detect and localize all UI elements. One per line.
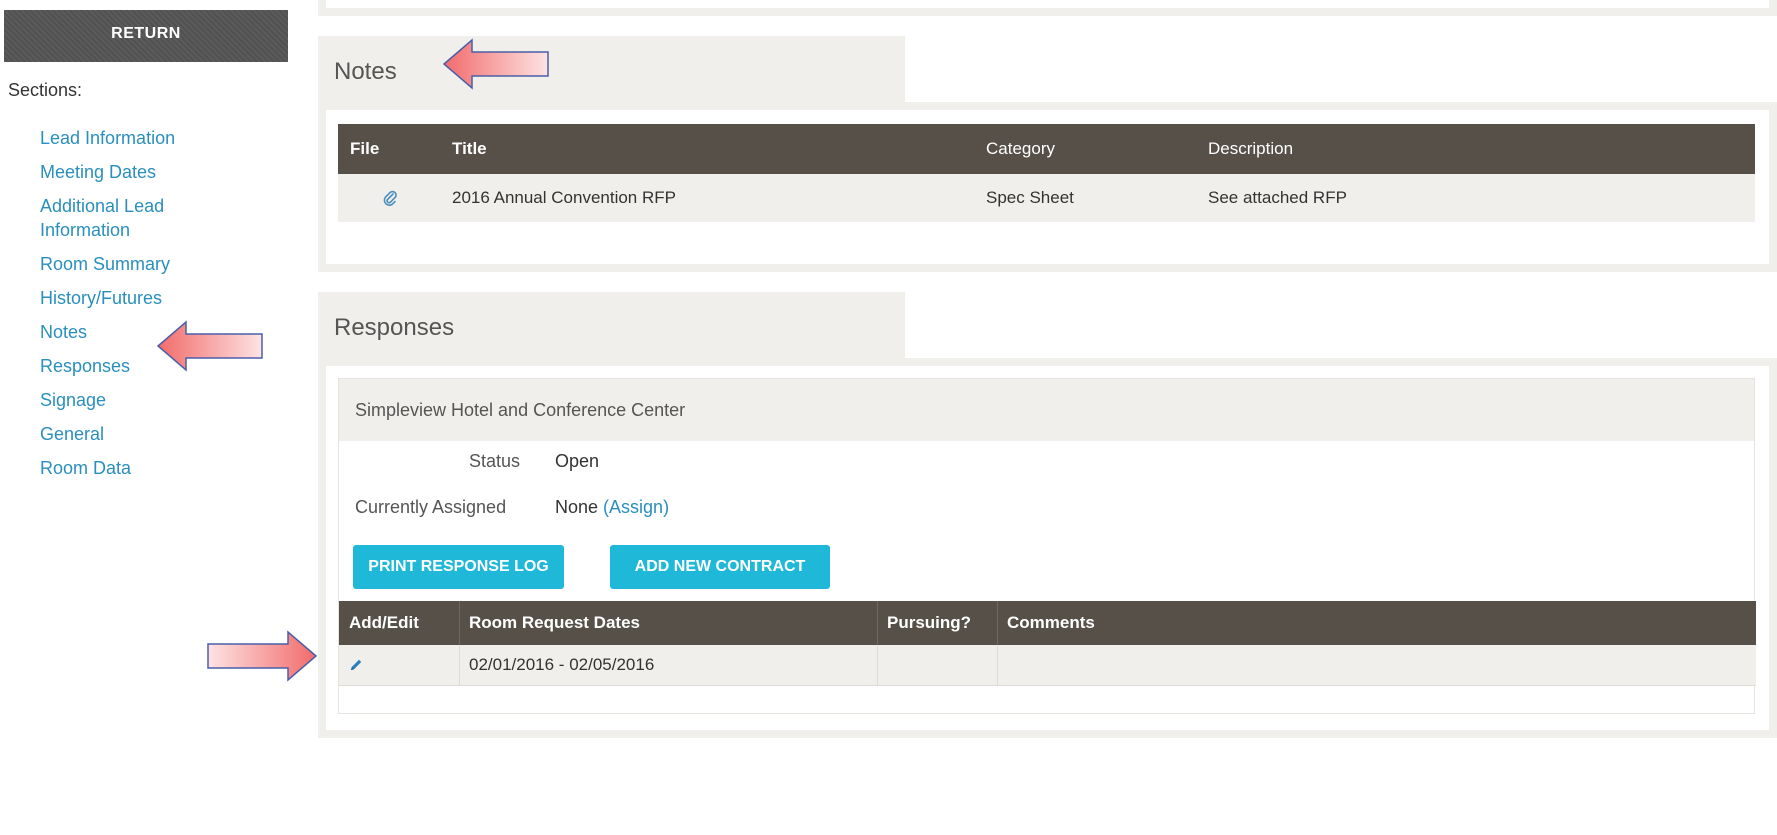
return-button[interactable]: RETURN — [4, 10, 288, 62]
sidebar-item-room-data[interactable]: Room Data — [40, 456, 220, 480]
col-divider — [459, 601, 460, 645]
assigned-name: None — [555, 497, 599, 517]
hotel-name: Simpleview Hotel and Conference Center — [355, 399, 686, 420]
col-add-edit: Add/Edit — [349, 613, 419, 632]
col-file: File — [350, 139, 380, 158]
notes-title: Notes — [334, 58, 397, 85]
sidebar-item-general[interactable]: General — [40, 422, 220, 446]
sections-label: Sections: — [8, 80, 83, 100]
col-divider — [877, 601, 878, 645]
sidebar-item-lead-information[interactable]: Lead Information — [40, 126, 220, 150]
sidebar-item-history-futures[interactable]: History/Futures — [40, 286, 220, 310]
note-title: 2016 Annual Convention RFP — [452, 188, 676, 207]
col-divider — [997, 601, 998, 645]
room-request-table-header: Add/Edit Room Request Dates Pursuing? Co… — [339, 601, 1756, 645]
hotel-header: Simpleview Hotel and Conference Center — [339, 379, 1754, 441]
col-category: Category — [986, 139, 1055, 158]
table-row: 02/01/2016 - 02/05/2016 — [339, 645, 1756, 686]
cell-divider — [877, 645, 878, 685]
paperclip-icon[interactable] — [382, 174, 398, 222]
col-description: Description — [1208, 139, 1294, 158]
sidebar-item-additional-lead-information[interactable]: Additional Lead Information — [40, 194, 220, 242]
col-comments: Comments — [1007, 613, 1095, 632]
table-row: 2016 Annual Convention RFP Spec Sheet Se… — [338, 174, 1755, 222]
section-nav: Lead Information Meeting Dates Additiona… — [40, 126, 220, 490]
cell-divider — [459, 645, 460, 685]
col-title: Title — [452, 139, 487, 158]
col-pursuing: Pursuing? — [887, 613, 972, 632]
annotation-arrow-left-notes-nav — [156, 320, 263, 372]
status-value: Open — [555, 451, 600, 471]
status-label: Status — [469, 451, 521, 471]
notes-panel: File Title Category Description 2016 Ann… — [318, 102, 1777, 272]
add-new-contract-button[interactable]: ADD NEW CONTRACT — [610, 545, 830, 589]
notes-table-header: File Title Category Description — [338, 124, 1755, 174]
note-category: Spec Sheet — [986, 188, 1074, 207]
pencil-icon[interactable] — [349, 645, 363, 685]
responses-panel: Simpleview Hotel and Conference Center S… — [318, 358, 1777, 738]
previous-panel-bottom — [318, 0, 1777, 16]
print-response-log-button[interactable]: PRINT RESPONSE LOG — [353, 545, 564, 589]
hotel-response-card: Simpleview Hotel and Conference Center S… — [338, 378, 1756, 714]
annotation-arrow-left-notes-title — [442, 38, 549, 90]
note-description: See attached RFP — [1208, 188, 1347, 207]
responses-tab-header: Responses — [318, 292, 905, 362]
assigned-value: None (Assign) — [555, 497, 669, 518]
notes-tab-header: Notes — [318, 36, 905, 106]
sidebar-item-meeting-dates[interactable]: Meeting Dates — [40, 160, 220, 184]
assign-link[interactable]: (Assign) — [603, 497, 669, 517]
annotation-arrow-right-edit — [207, 630, 318, 682]
sidebar-item-room-summary[interactable]: Room Summary — [40, 252, 220, 276]
sidebar-item-signage[interactable]: Signage — [40, 388, 220, 412]
responses-title: Responses — [334, 314, 455, 341]
room-request-dates: 02/01/2016 - 02/05/2016 — [469, 655, 655, 674]
assigned-label: Currently Assigned — [355, 497, 507, 517]
col-room-request-dates: Room Request Dates — [469, 613, 640, 632]
cell-divider — [997, 645, 998, 685]
